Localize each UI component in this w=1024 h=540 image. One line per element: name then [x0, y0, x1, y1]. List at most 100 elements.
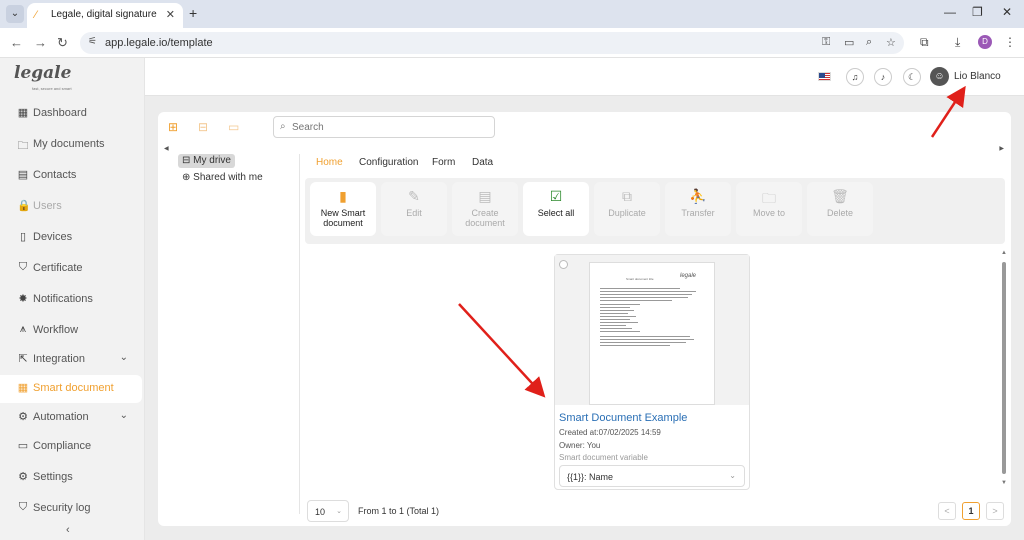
duplicate-button[interactable]: ⧉ Duplicate — [594, 182, 660, 236]
variable-select[interactable]: {{1}}: Name ⌄ — [559, 465, 745, 487]
sidebar-item-automation[interactable]: ⚙ Automation ⌄ — [0, 404, 142, 432]
close-tab-icon[interactable]: ✕ — [166, 8, 175, 21]
text-line — [600, 328, 632, 329]
pagination-bar: 10 ⌄ From 1 to 1 (Total 1) < 1 > — [305, 498, 1005, 524]
browser-menu-icon[interactable]: ⋮ — [1004, 35, 1016, 49]
sidebar-item-dashboard[interactable]: ▦ Dashboard — [0, 100, 142, 128]
text-line — [600, 297, 688, 298]
settings-icon: ⚙ — [18, 471, 28, 483]
create-document-button[interactable]: ▤ Create document — [452, 182, 518, 236]
sidebar-item-workflow[interactable]: ⩚ Workflow — [0, 317, 142, 345]
sidebar-item-devices[interactable]: ▯ Devices — [0, 224, 142, 252]
created-date: Created at:07/02/2025 14:59 — [559, 428, 661, 437]
app-header: ♫ ♪ ☾ ☺ Lio Blanco — [145, 58, 1024, 96]
scrollbar-thumb[interactable] — [1002, 262, 1006, 474]
sidebar-item-integration[interactable]: ⇱ Integration ⌄ — [0, 346, 142, 374]
sidebar-item-contacts[interactable]: ▤ Contacts — [0, 162, 142, 190]
text-line — [600, 307, 630, 308]
delete-icon: 🗑 — [831, 188, 849, 204]
user-avatar[interactable]: ☺ — [930, 67, 949, 86]
move-to-button[interactable]: 🗀 Move to — [736, 182, 802, 236]
sidebar-item-label: Contacts — [33, 169, 77, 181]
scroll-down-icon[interactable]: ▼ — [1001, 480, 1007, 486]
cast-icon[interactable]: ▭ — [844, 36, 854, 49]
smart-document-card[interactable]: Smart document title legale Smart Docume… — [554, 254, 750, 490]
text-line — [600, 336, 690, 337]
edit-button[interactable]: ✎ Edit — [381, 182, 447, 236]
transfer-icon: ⛹ — [689, 188, 707, 204]
download-icon[interactable]: ⤓ — [955, 35, 960, 50]
tab-form[interactable]: Form — [432, 157, 455, 168]
card-select-checkbox[interactable] — [559, 260, 568, 269]
chevron-down-icon[interactable]: ⌄ — [120, 352, 128, 363]
minimize-icon[interactable]: — — [944, 5, 956, 19]
forward-arrow-icon[interactable]: → — [34, 35, 47, 50]
sidebar-item-security-log[interactable]: ⛉ Security log — [0, 495, 142, 523]
folder-download-icon[interactable]: ⊟ — [198, 120, 208, 134]
site-info-icon[interactable]: ⚟ — [88, 36, 97, 47]
tab-list-chevron-icon[interactable]: ⌄ — [6, 5, 24, 23]
tab-data[interactable]: Data — [472, 157, 493, 168]
support-headset-icon[interactable]: ♫ — [846, 68, 864, 86]
collapse-sidebar-chevron-icon[interactable]: ‹ — [66, 524, 70, 536]
vertical-scrollbar[interactable]: ▲ ▼ — [1001, 250, 1007, 490]
tree-item-shared-with-me[interactable]: ⊕ Shared with me — [178, 171, 267, 185]
sidebar-item-label: Certificate — [33, 262, 83, 274]
bookmark-star-icon[interactable]: ☆ — [886, 36, 896, 49]
reload-icon[interactable]: ↻ — [57, 35, 68, 51]
new-smart-document-button[interactable]: ▮ New Smart document — [310, 182, 376, 236]
sidebar-item-compliance[interactable]: ▭ Compliance — [0, 433, 142, 461]
new-folder-icon[interactable]: ⊞ — [168, 120, 178, 134]
page-size-select[interactable]: 10 ⌄ — [307, 500, 349, 522]
back-arrow-icon[interactable]: ← — [10, 35, 23, 50]
page-1-button[interactable]: 1 — [962, 502, 980, 520]
tree-item-my-drive[interactable]: ⊟ My drive — [178, 154, 235, 168]
us-flag-icon[interactable] — [818, 72, 831, 81]
tab-configuration[interactable]: Configuration — [359, 157, 418, 168]
extensions-icon[interactable]: ⧉ — [920, 35, 929, 50]
sidebar-item-smart-document[interactable]: ▦ Smart document — [0, 375, 142, 403]
chevron-down-icon: ⌄ — [336, 508, 342, 515]
tab-home[interactable]: Home — [316, 157, 343, 168]
document-preview[interactable]: Smart document title legale — [555, 255, 749, 405]
dashboard-icon: ▦ — [17, 107, 29, 119]
security-log-icon: ⛉ — [18, 501, 28, 513]
dark-mode-icon[interactable]: ☾ — [903, 68, 921, 86]
user-name[interactable]: Lio Blanco — [954, 71, 1001, 82]
sidebar-item-certificate[interactable]: ⛉ Certificate — [0, 255, 142, 283]
search-box[interactable]: ⌕ — [273, 116, 495, 138]
scroll-up-icon[interactable]: ▲ — [1001, 250, 1007, 256]
folder-icon[interactable]: ▭ — [228, 120, 239, 134]
notification-bell-icon[interactable]: ♪ — [874, 68, 892, 86]
toolbar-button-label: Duplicate — [608, 208, 646, 218]
variable-label: Smart document variable — [559, 453, 648, 462]
sidebar-item-settings[interactable]: ⚙ Settings — [0, 464, 142, 492]
zoom-icon[interactable]: ⌕ — [866, 36, 872, 49]
search-input[interactable] — [292, 120, 487, 135]
horizontal-scrollbar[interactable]: ◀ ▶ — [164, 145, 1004, 152]
transfer-button[interactable]: ⛹ Transfer — [665, 182, 731, 236]
scroll-right-icon[interactable]: ▶ — [999, 145, 1004, 152]
sidebar-item-users[interactable]: 🔒 Users — [0, 193, 142, 221]
new-tab-plus-icon[interactable]: + — [189, 5, 197, 21]
delete-button[interactable]: 🗑 Delete — [807, 182, 873, 236]
prev-page-button[interactable]: < — [938, 502, 956, 520]
url-field[interactable]: ⚟ app.legale.io/template ⚿ ▭ ⌕ ☆ — [80, 32, 904, 54]
scroll-left-icon[interactable]: ◀ — [164, 145, 169, 152]
window-close-icon[interactable]: ✕ — [1002, 5, 1012, 19]
text-line — [600, 304, 640, 305]
logo-text: legale — [14, 63, 72, 83]
legale-logo[interactable]: legale fast, secure and smart — [14, 63, 74, 93]
text-line — [600, 342, 686, 343]
next-page-button[interactable]: > — [986, 502, 1004, 520]
select-all-button[interactable]: ☑ Select all — [523, 182, 589, 236]
sidebar-item-my-documents[interactable]: 🗀 My documents — [0, 131, 142, 159]
text-line — [600, 300, 672, 301]
restore-icon[interactable]: ❐ — [972, 5, 983, 19]
sidebar-item-notifications[interactable]: ✸ Notifications — [0, 286, 142, 314]
document-title[interactable]: Smart Document Example — [559, 412, 687, 424]
chevron-down-icon[interactable]: ⌄ — [120, 410, 128, 421]
browser-profile-avatar[interactable]: D — [978, 35, 992, 49]
key-icon[interactable]: ⚿ — [822, 36, 830, 49]
browser-tab[interactable]: ⁄ Legale, digital signature ✕ — [27, 3, 183, 28]
